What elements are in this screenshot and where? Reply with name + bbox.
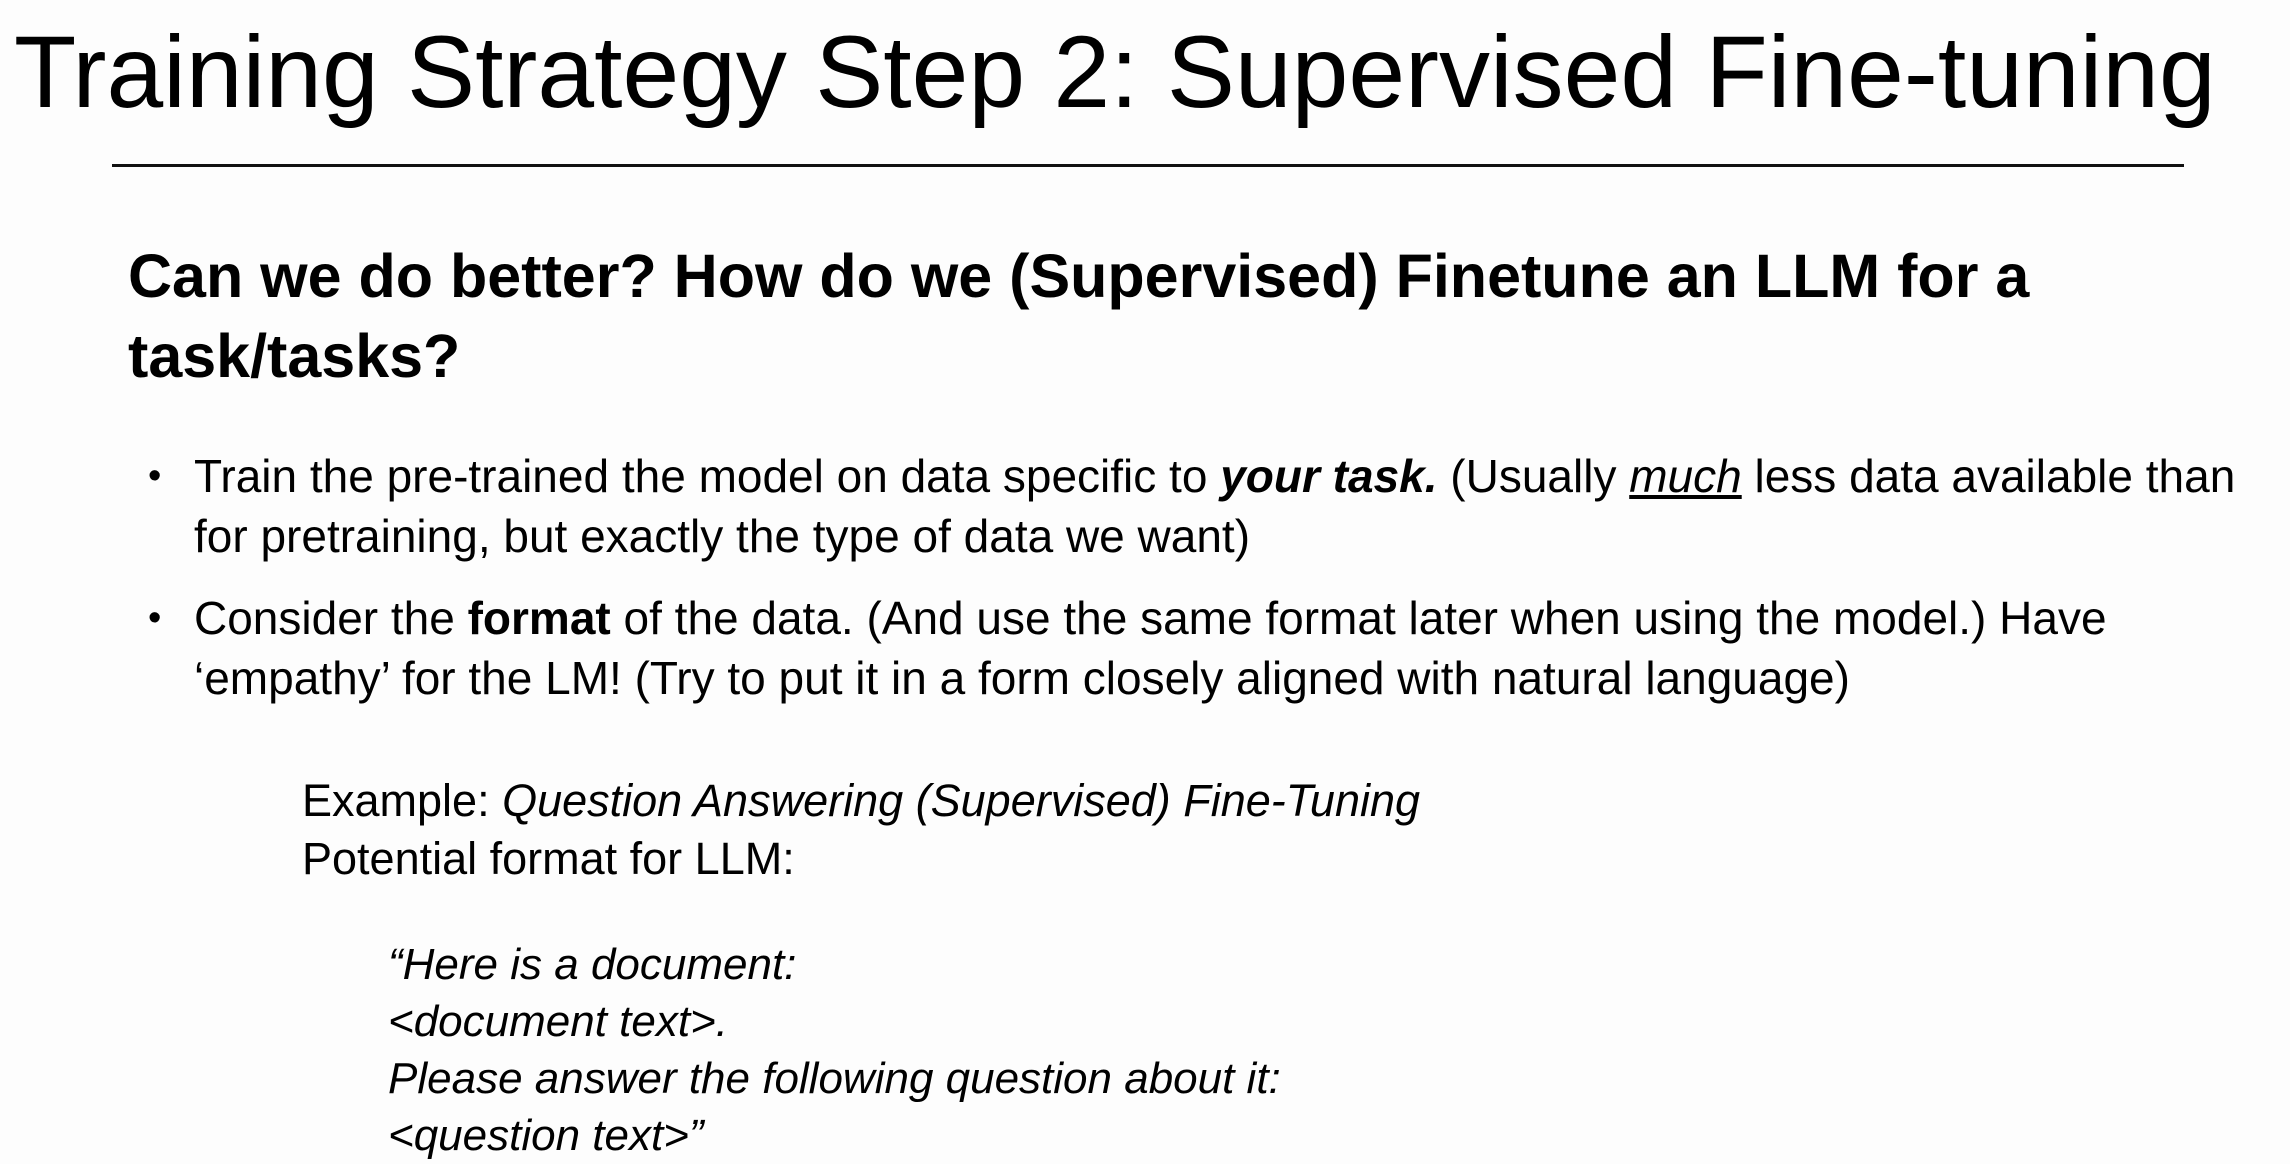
- bullet-item-task-data: • Train the pre-trained the model on dat…: [140, 446, 2260, 566]
- slide-title: Training Strategy Step 2: Supervised Fin…: [14, 15, 2216, 129]
- example-block: Example: Question Answering (Supervised)…: [302, 772, 1420, 888]
- slide-subheading: Can we do better? How do we (Supervised)…: [128, 242, 2030, 390]
- prompt-line: “Here is a document:: [388, 940, 797, 989]
- bullet-list: • Train the pre-trained the model on dat…: [140, 446, 2260, 730]
- prompt-line: <question text>”: [388, 1111, 704, 1160]
- bullet-item-format: • Consider the format of the data. (And …: [140, 588, 2260, 708]
- prompt-line: Please answer the following question abo…: [388, 1054, 1281, 1103]
- title-divider: [112, 164, 2184, 167]
- bullet-marker: •: [148, 455, 162, 497]
- prompt-line: <document text>.: [388, 997, 728, 1046]
- bullet-text: (Usually: [1437, 450, 1630, 502]
- example-title-line: Example: Question Answering (Supervised)…: [302, 772, 1420, 830]
- bullet-underline: much: [1629, 450, 1742, 502]
- bullet-text: Train the pre-trained the model on data …: [194, 450, 1221, 502]
- bullet-emphasis: your task.: [1220, 450, 1438, 502]
- slide: Training Strategy Step 2: Supervised Fin…: [0, 0, 2290, 1164]
- bullet-text: Consider the: [194, 592, 468, 644]
- prompt-template: “Here is a document: <document text>. Pl…: [388, 936, 1281, 1164]
- bullet-marker: •: [148, 597, 162, 639]
- example-name: Question Answering (Supervised) Fine-Tun…: [502, 775, 1421, 826]
- example-format-label: Potential format for LLM:: [302, 833, 795, 884]
- bullet-bold: format: [467, 592, 611, 644]
- example-label: Example:: [302, 775, 503, 826]
